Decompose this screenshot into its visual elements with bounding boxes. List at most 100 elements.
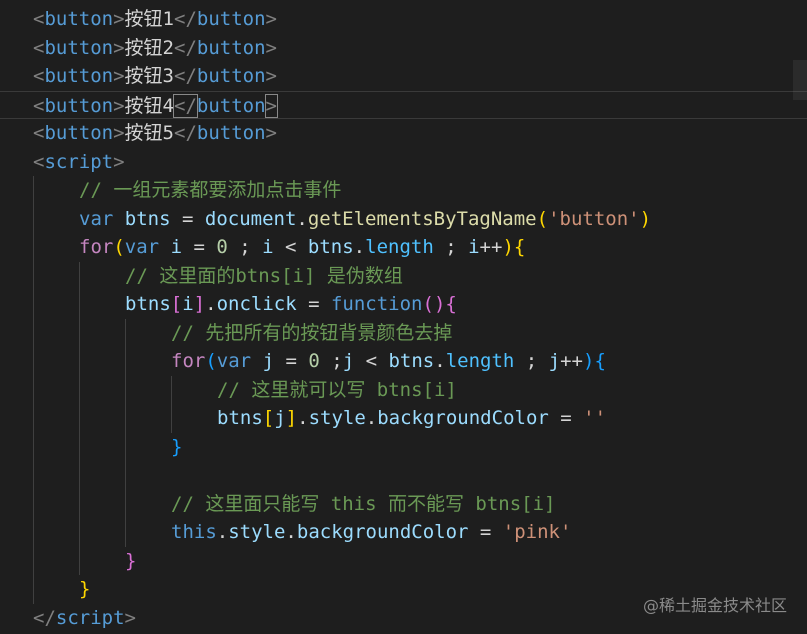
code-token: > — [113, 8, 125, 30]
code-token: = — [296, 293, 331, 315]
code-token: // 这里面只能写 this 而不能写 btns[i] — [171, 492, 556, 515]
code-token: 0 — [308, 350, 320, 372]
code-token: ( — [536, 207, 549, 230]
code-content: for(var j = 0 ;j < btns.length ; j++){ — [171, 347, 606, 376]
indent-guide — [79, 489, 80, 518]
code-token: [ — [170, 293, 183, 315]
code-line[interactable]: // 这里就可以写 btns[i] — [0, 375, 807, 405]
code-token: button — [196, 36, 266, 59]
code-token: style — [308, 407, 366, 429]
code-token: var — [216, 350, 252, 372]
indent-guide — [171, 404, 172, 433]
code-token: { — [594, 350, 606, 372]
code-line[interactable]: <button>按钮2</button> — [0, 34, 807, 63]
code-token: 按钮3 — [124, 65, 174, 87]
code-token: ) — [639, 207, 652, 230]
code-line[interactable]: var btns = document.getElementsByTagName… — [0, 204, 807, 233]
indent-guide — [33, 204, 34, 233]
indent-guide — [33, 290, 34, 319]
indent-guide — [125, 347, 126, 376]
code-token: = — [468, 521, 503, 543]
indent-guide — [33, 518, 34, 547]
code-token: . — [285, 521, 297, 543]
code-line[interactable] — [0, 461, 807, 490]
code-token: . — [353, 236, 366, 258]
code-line[interactable]: for(var i = 0 ; i < btns.length ; i++){ — [0, 233, 807, 262]
scrollbar-thumb[interactable] — [793, 60, 807, 100]
code-line[interactable]: <script> — [0, 148, 807, 177]
code-token: var — [79, 207, 114, 230]
code-token: // 一组元素都要添加点击事件 — [79, 179, 342, 201]
code-token: ) — [583, 350, 595, 372]
code-token: < — [33, 122, 45, 144]
code-content: btns[j].style.backgroundColor = '' — [217, 404, 606, 433]
code-line[interactable]: <button>按钮3</button> — [0, 62, 807, 91]
code-token: < — [33, 94, 45, 117]
indent-guide — [33, 546, 34, 575]
code-token: backgroundColor — [377, 407, 549, 429]
vertical-scrollbar[interactable] — [793, 0, 807, 634]
code-token: () — [422, 293, 446, 315]
code-token: > — [113, 36, 125, 59]
code-line[interactable]: // 先把所有的按钮背景颜色去掉 — [0, 318, 807, 348]
code-line[interactable]: } — [0, 546, 807, 575]
code-content: <script> — [33, 148, 125, 177]
code-token: = — [548, 407, 584, 429]
code-token: btns — [217, 407, 263, 429]
code-line[interactable]: btns[i].onclick = function(){ — [0, 290, 807, 319]
code-line[interactable]: } — [0, 432, 807, 461]
code-token: button — [44, 8, 114, 30]
code-line[interactable]: btns[j].style.backgroundColor = '' — [0, 404, 807, 433]
indent-guide — [33, 375, 34, 404]
code-token: function — [330, 293, 423, 315]
code-token: = — [274, 350, 309, 372]
code-line[interactable]: // 这里面只能写 this 而不能写 btns[i] — [0, 489, 807, 518]
indent-guide — [79, 546, 80, 575]
indent-guide — [125, 489, 126, 518]
code-line[interactable]: // 一组元素都要添加点击事件 — [0, 176, 807, 205]
code-token: length — [445, 350, 515, 372]
code-line[interactable]: <button>按钮5</button> — [0, 119, 807, 148]
code-token: > — [265, 122, 277, 144]
code-line[interactable]: // 这里面的btns[i] 是伪数组 — [0, 261, 807, 290]
code-line[interactable]: <button>按钮1</button> — [0, 5, 807, 34]
code-content: <button>按钮3</button> — [33, 62, 277, 91]
indent-guide — [79, 375, 80, 404]
code-token: . — [296, 207, 308, 230]
code-content: <button>按钮1</button> — [33, 5, 277, 34]
code-token: 按钮2 — [124, 36, 174, 59]
code-token: style — [228, 521, 286, 543]
code-editor[interactable]: <button>按钮1</button> <button>按钮2</button>… — [0, 0, 807, 634]
code-token: > — [265, 8, 277, 30]
code-token: < — [33, 150, 45, 173]
indent-guide — [79, 318, 80, 347]
code-token: } — [125, 549, 137, 572]
code-token: button — [44, 36, 114, 59]
indent-guide — [125, 318, 126, 347]
code-token: > — [113, 94, 125, 117]
code-token: button — [44, 65, 114, 87]
code-token: </ — [174, 122, 197, 144]
code-token: ++ — [560, 350, 583, 372]
code-token: { — [445, 293, 457, 315]
code-token: . — [297, 407, 309, 429]
code-token: > — [124, 606, 136, 629]
code-line[interactable]: <button>按钮4</button> — [0, 90, 807, 119]
code-content: // 先把所有的按钮背景颜色去掉 — [171, 319, 452, 348]
indent-guide — [33, 404, 34, 433]
code-token: ++ — [479, 236, 503, 258]
code-token: j — [262, 350, 275, 372]
code-token: > — [265, 65, 277, 87]
code-line[interactable]: for(var j = 0 ;j < btns.length ; j++){ — [0, 347, 807, 376]
code-token: < — [273, 236, 308, 258]
code-line[interactable]: this.style.backgroundColor = 'pink' — [0, 518, 807, 547]
code-token: j — [342, 350, 355, 372]
code-token: j — [548, 350, 561, 372]
code-content: // 这里就可以写 btns[i] — [217, 376, 457, 405]
indent-guide — [125, 375, 126, 404]
code-token: document — [204, 207, 297, 230]
indent-guide — [33, 461, 34, 490]
code-token: </ — [174, 36, 197, 59]
